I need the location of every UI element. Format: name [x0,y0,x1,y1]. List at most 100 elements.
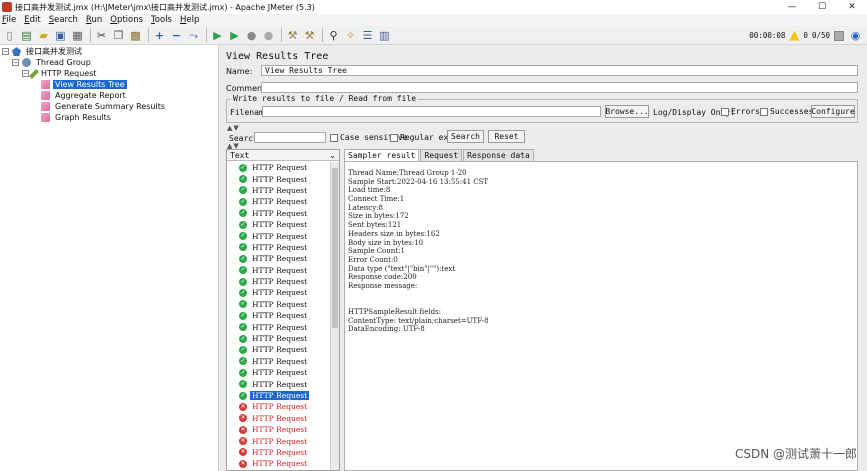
search-binoculars-icon[interactable]: ⚲ [326,28,341,43]
list-item-label: HTTP Request [252,368,308,378]
list-item[interactable]: ✕ HTTP Request [227,458,331,469]
tab-response-data[interactable]: Response data [463,149,534,161]
chevron-down-icon[interactable]: ⌄ [329,151,336,160]
maximize-button[interactable]: ☐ [807,0,837,14]
menu-file[interactable]: File [2,15,16,25]
result-line: Sample Start:2022-04-16 13:55:41 CST [348,177,489,186]
tree-node-graph-results[interactable]: Graph Results [41,112,113,123]
success-shield-icon: ✓ [239,209,247,218]
result-line: Connect Time:1 [348,195,405,204]
successes-checkbox[interactable]: Successes [760,107,813,116]
tree-node-test-plan[interactable]: − 接口高并发测试 [2,46,84,57]
tab-sampler-result[interactable]: Sampler result [344,149,420,161]
paste-icon[interactable]: ▩ [128,28,143,43]
shutdown-icon[interactable]: ● [261,28,276,43]
menu-search[interactable]: Search [49,15,78,25]
list-item[interactable]: ✓ HTTP Request [227,310,331,321]
result-line: Response code:200 [348,273,417,282]
list-item[interactable]: ✓ HTTP Request [227,208,331,219]
list-item[interactable]: ✓ HTTP Request [227,253,331,264]
menu-tools[interactable]: Tools [151,15,172,25]
list-item[interactable]: ✓ HTTP Request [227,287,331,298]
errors-checkbox[interactable]: Errors [721,107,760,116]
list-item[interactable]: ✓ HTTP Request [227,265,331,276]
start-no-pauses-icon[interactable]: ▶ [227,28,242,43]
search-input[interactable] [254,132,326,143]
list-item[interactable]: ✓ HTTP Request [227,230,331,241]
result-line: Sent bytes:121 [348,221,402,230]
list-item[interactable]: ✓ HTTP Request [227,162,331,173]
list-item[interactable]: ✓ HTTP Request [227,378,331,389]
list-item[interactable]: ✓ HTTP Request [227,367,331,378]
name-input[interactable]: View Results Tree [261,65,858,76]
filename-input[interactable] [262,106,601,117]
menu-edit[interactable]: Edit [24,15,40,25]
list-item[interactable]: ✓ HTTP Request [227,344,331,355]
save-as-icon[interactable]: ▦ [70,28,85,43]
list-item[interactable]: ✓ HTTP Request [227,299,331,310]
list-item[interactable]: ✓ HTTP Request [227,185,331,196]
toggle-icon[interactable]: ⤳ [186,28,201,43]
collapse-toggle[interactable]: − [12,59,19,66]
cut-icon[interactable]: ✂ [94,28,109,43]
menu-run[interactable]: Run [86,15,102,25]
stop-icon[interactable]: ● [244,28,259,43]
list-item[interactable]: ✓ HTTP Request [227,173,331,184]
new-icon[interactable]: ▯ [2,28,17,43]
copy-icon[interactable]: ❐ [111,28,126,43]
remote-globe-icon[interactable]: ◉ [848,28,863,43]
minimize-button[interactable]: — [777,0,807,14]
list-item[interactable]: ✕ HTTP Request [227,413,331,424]
list-item[interactable]: ✓ HTTP Request [227,276,331,287]
list-item[interactable]: ✕ HTTP Request [227,401,331,412]
list-item[interactable]: ✓ HTTP Request [227,321,331,332]
close-button[interactable]: ✕ [837,0,867,14]
checkbox-box[interactable] [390,133,398,142]
scrollbar-thumb[interactable] [332,168,338,328]
reset-search-icon[interactable]: ✧ [343,28,358,43]
listener-chart-icon [41,80,50,89]
list-item[interactable]: ✓ HTTP Request [227,356,331,367]
tree-node-http-request[interactable]: − HTTP Request [22,68,99,79]
start-icon[interactable]: ▶ [210,28,225,43]
tab-request[interactable]: Request [420,149,463,161]
expand-icon[interactable]: + [152,28,167,43]
tree-node-aggregate-report[interactable]: Aggregate Report [41,90,128,101]
configure-button[interactable]: Configure [811,105,855,118]
list-item[interactable]: ✓ HTTP Request [227,196,331,207]
collapse-icon[interactable]: − [169,28,184,43]
save-icon[interactable]: ▣ [53,28,68,43]
checkbox-box[interactable] [760,107,768,116]
comments-input[interactable] [261,82,858,93]
clear-icon[interactable]: ⚒ [285,28,300,43]
list-item[interactable]: ✕ HTTP Request [227,424,331,435]
tree-node-summary-results[interactable]: Generate Summary Results [41,101,167,112]
function-helper-icon[interactable]: ☰ [360,28,375,43]
templates-icon[interactable]: ▤ [19,28,34,43]
tree-node-thread-group[interactable]: − Thread Group [12,57,93,68]
splitter-handle[interactable]: ▲▼ [227,124,240,132]
checkbox-box[interactable] [721,107,729,116]
open-folder-icon[interactable]: ▰ [36,28,51,43]
list-item[interactable]: ✓ HTTP Request [227,219,331,230]
list-item[interactable]: ✓ HTTP Request [227,390,331,401]
success-shield-icon: ✓ [239,311,247,320]
result-list-header[interactable]: Text ⌄ [227,150,339,161]
result-list-scrollbar[interactable] [330,162,339,470]
sampler-result-text[interactable]: Thread Name:Thread Group 1-20 Sample Star… [344,161,858,471]
help-book-icon[interactable]: ▥ [377,28,392,43]
collapse-toggle[interactable]: − [2,48,9,55]
clear-all-icon[interactable]: ⚒ [302,28,317,43]
checkbox-box[interactable] [330,133,338,142]
browse-button[interactable]: Browse... [605,105,649,118]
list-item[interactable]: ✓ HTTP Request [227,333,331,344]
warning-icon[interactable] [789,30,800,41]
menu-options[interactable]: Options [110,15,143,25]
list-item[interactable]: ✓ HTTP Request [227,242,331,253]
reset-button[interactable]: Reset [488,130,525,143]
menu-help[interactable]: Help [180,15,199,25]
list-item[interactable]: ✕ HTTP Request [227,447,331,458]
list-item[interactable]: ✕ HTTP Request [227,435,331,446]
tree-node-view-results-tree[interactable]: View Results Tree [41,79,127,90]
search-button[interactable]: Search [447,130,484,143]
